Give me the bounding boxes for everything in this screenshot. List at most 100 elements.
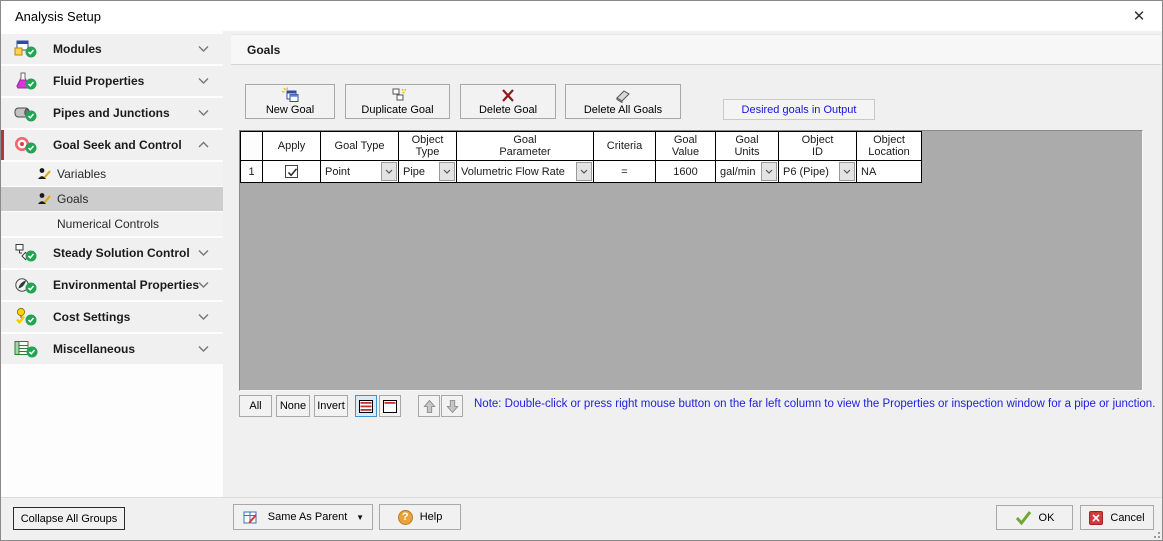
header-row: Apply Goal Type Object Type Goal Parameter… [240,131,922,161]
multi-stripe-rows-icon [359,399,373,413]
chevron-down-icon [198,78,209,84]
goal-type-cell: Point [320,160,399,183]
col-goal-parameter: Goal Parameter [456,131,594,161]
check-icon [287,168,298,177]
col-goal-type: Goal Type [320,131,399,161]
goal-parameter-cell: Volumetric Flow Rate [456,160,594,183]
col-criteria: Criteria [593,131,656,161]
title-bar: Analysis Setup ✕ [1,1,1162,31]
chevron-down-icon [580,169,588,174]
single-stripe-row-icon [383,399,397,413]
chevron-down-icon [443,169,451,174]
chevron-down-icon [198,314,209,320]
resize-grip[interactable] [1150,528,1160,538]
main-panel: Goals New Goal Duplicate Goal Delete Goa… [231,31,1162,497]
chevron-down-icon [843,169,851,174]
move-up-button[interactable] [418,395,440,417]
col-object-id: Object ID [778,131,857,161]
window-title: Analysis Setup [15,9,101,24]
bullseye-icon [15,137,37,154]
row-number-header [240,131,263,161]
chevron-down-icon [198,250,209,256]
chevron-down-icon [198,46,209,52]
object-type-dropdown[interactable] [439,162,455,181]
goal-type-dropdown[interactable] [381,162,397,181]
select-none-button[interactable]: None [276,395,310,417]
collapse-all-groups-button[interactable]: Collapse All Groups [13,507,125,530]
delete-goal-x-icon [502,88,514,102]
flowchart-icon [15,244,37,262]
goals-grid-area: Apply Goal Type Object Type Goal Parameter… [239,130,1143,391]
sidebar-item-environmental-properties[interactable]: Environmental Properties [1,270,223,300]
ok-button[interactable]: OK [996,505,1073,530]
sidebar-item-fluid-properties[interactable]: Fluid Properties [1,66,223,96]
eraser-icon [616,89,630,103]
analysis-setup-dialog: { "window": { "title": "Analysis Setup",… [0,0,1163,541]
row-number-cell[interactable]: 1 [240,160,263,183]
arrow-up-icon [422,399,436,413]
sidebar-item-miscellaneous[interactable]: Miscellaneous [1,334,223,364]
desired-goals-in-output-link[interactable]: Desired goals in Output [723,99,875,120]
page-title: Goals [247,43,281,57]
goal-value-cell[interactable]: 1600 [655,160,716,183]
object-id-dropdown[interactable] [839,162,855,181]
cancel-button[interactable]: Cancel [1080,505,1154,530]
table-row: 1 Point Pipe Volumetric Flow Rate = 1600… [240,160,922,183]
select-all-button[interactable]: All [239,395,272,417]
apply-cell [262,160,321,183]
chevron-down-icon [198,282,209,288]
sidebar-item-modules[interactable]: Modules [1,34,223,64]
leaf-pen-icon [15,278,37,294]
goal-units-cell: gal/min [715,160,779,183]
collapse-rows-view-button[interactable] [379,395,401,417]
delete-goal-button[interactable]: Delete Goal [460,84,556,119]
sidebar: Modules Fluid Properties Pipes and Junct… [1,31,223,497]
help-icon: ? [397,509,413,525]
sidebar-item-numerical-controls[interactable]: Numerical Controls [1,212,223,236]
invert-selection-button[interactable]: Invert [314,395,348,417]
goal-person-icon [38,193,51,204]
col-apply: Apply [262,131,321,161]
close-icon[interactable]: ✕ [1124,4,1154,28]
sidebar-item-steady-solution-control[interactable]: Steady Solution Control [1,238,223,268]
chevron-down-icon [198,346,209,352]
object-id-cell: P6 (Pipe) [778,160,857,183]
sidebar-item-pipes-and-junctions[interactable]: Pipes and Junctions [1,98,223,128]
sidebar-item-goal-seek-and-control[interactable]: Goal Seek and Control [1,130,223,160]
new-goal-icon [281,87,299,102]
apply-checkbox[interactable] [285,165,298,178]
criteria-cell[interactable]: = [593,160,656,183]
chevron-down-icon [765,169,773,174]
panel-header: Goals [231,34,1161,65]
cancel-x-icon [1089,510,1104,525]
flask-icon [16,72,37,90]
chevron-up-icon [198,141,209,148]
cost-icon [16,307,37,326]
col-object-type: Object Type [398,131,457,161]
goals-table: Apply Goal Type Object Type Goal Parameter… [240,131,922,183]
arrow-down-icon [445,399,459,413]
grid-note: Note: Double-click or press right mouse … [474,398,1156,410]
col-object-location: Object Location [856,131,922,161]
duplicate-goal-button[interactable]: Duplicate Goal [345,84,450,119]
same-as-parent-dropdown[interactable]: Same As Parent ▼ [233,504,373,530]
sidebar-item-variables[interactable]: Variables [1,162,223,186]
goal-parameter-dropdown[interactable] [576,162,592,181]
expand-rows-view-button[interactable] [355,395,377,417]
chevron-down-icon [198,110,209,116]
object-location-cell[interactable]: NA [856,160,922,183]
move-down-button[interactable] [441,395,463,417]
sidebar-item-cost-settings[interactable]: Cost Settings [1,302,223,332]
delete-all-goals-button[interactable]: Delete All Goals [565,84,681,119]
sidebar-item-goals[interactable]: Goals [1,187,223,211]
variable-person-icon [38,168,51,179]
object-type-cell: Pipe [398,160,457,183]
help-button[interactable]: ? Help [379,504,461,530]
active-group-accent [1,130,4,160]
new-goal-button[interactable]: New Goal [245,84,335,119]
ok-check-icon [1015,511,1031,525]
list-icon [14,341,38,358]
goal-units-dropdown[interactable] [761,162,777,181]
col-goal-units: Goal Units [715,131,779,161]
dropdown-arrow-icon: ▼ [356,512,364,522]
